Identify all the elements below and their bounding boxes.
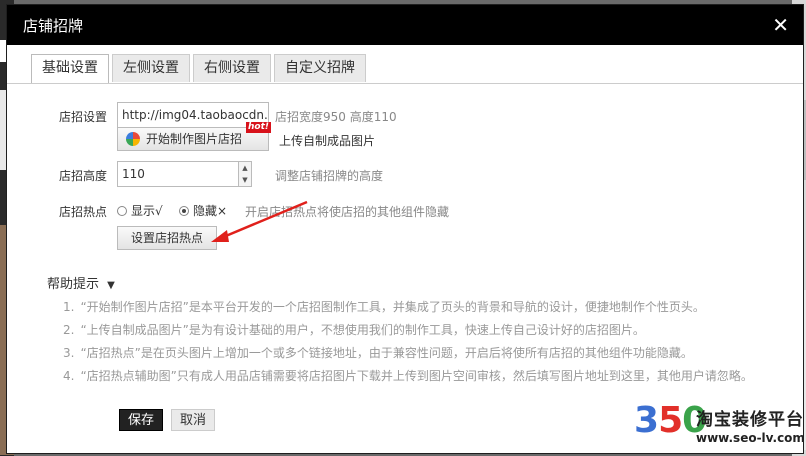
red-arrow-annotation [211,200,308,242]
stepper-down-icon[interactable]: ▼ [239,174,251,186]
sign-settings-label: 店招设置 [59,110,108,124]
help-list: 1. “开始制作图片店招”是本平台开发的一个店招图制作工具，并集成了页头的背景和导… [63,299,753,391]
height-stepper[interactable]: ▲ ▼ [238,161,252,187]
sign-size-hint: 店招宽度950 高度110 [275,110,397,124]
make-sign-image-label: 开始制作图片店招 [146,132,243,146]
stepper-up-icon[interactable]: ▲ [239,162,251,174]
sign-height-label: 店招高度 [59,169,108,183]
help-title: 帮助提示 [47,277,100,292]
tab-custom-sign[interactable]: 自定义招牌 [274,54,366,82]
help-item: 3. “店招热点”是在页头图片上增加一个或多个链接地址，由于兼容性问题，开启后将使… [63,346,693,360]
radio-unchecked-icon [117,206,127,216]
help-item: 1. “开始制作图片店招”是本平台开发的一个店招图制作工具，并集成了页头的背景和导… [63,300,705,314]
caret-down-icon: ▼ [107,280,115,291]
tab-left-settings[interactable]: 左侧设置 [112,54,190,82]
watermark-url: www.seo-lv.com [696,431,805,445]
hot-badge: hot! [246,122,271,133]
cancel-button[interactable]: 取消 [171,409,216,431]
tab-basic-settings[interactable]: 基础设置 [31,54,109,84]
sign-height-input[interactable]: 110 [117,161,239,187]
flower-icon [126,132,140,146]
dialog-title: 店铺招牌 [23,16,84,35]
hotspot-show-radio[interactable]: 显示√ [117,202,163,219]
tab-divider [7,83,803,84]
watermark-name: 淘宝装修平台 [696,410,804,430]
help-item: 4. “店招热点辅助图”只有成人用品店铺需要将店招图片下载并上传到图片空间审核，然… [63,369,753,383]
hotspot-show-label: 显示√ [131,204,163,218]
tab-bar: 基础设置 左侧设置 右侧设置 自定义招牌 [31,54,369,84]
sign-hotspot-label: 店招热点 [59,205,108,219]
radio-checked-icon [179,206,189,216]
dialog-titlebar: 店铺招牌 ✕ [7,5,803,45]
help-toggle[interactable]: 帮助提示 ▼ [47,273,115,292]
close-icon[interactable]: ✕ [772,15,789,35]
make-sign-image-button[interactable]: 开始制作图片店招 hot! [117,122,271,151]
watermark-logo: 350 淘宝装修平台 www.seo-lv.com [634,401,805,453]
help-item: 2. “上传自制成品图片”是为有设计基础的用户，不想使用我们的制作工具，快速上传自… [63,323,645,337]
shop-sign-dialog: 店铺招牌 ✕ 基础设置 左侧设置 右侧设置 自定义招牌 店招设置 http://… [6,4,805,454]
set-hotspot-button[interactable]: 设置店招热点 [117,226,217,250]
tab-right-settings[interactable]: 右侧设置 [193,54,271,82]
save-button[interactable]: 保存 [119,409,164,431]
sign-height-hint: 调整店铺招牌的高度 [275,169,384,183]
upload-image-link[interactable]: 上传自制成品图片 [279,132,375,149]
